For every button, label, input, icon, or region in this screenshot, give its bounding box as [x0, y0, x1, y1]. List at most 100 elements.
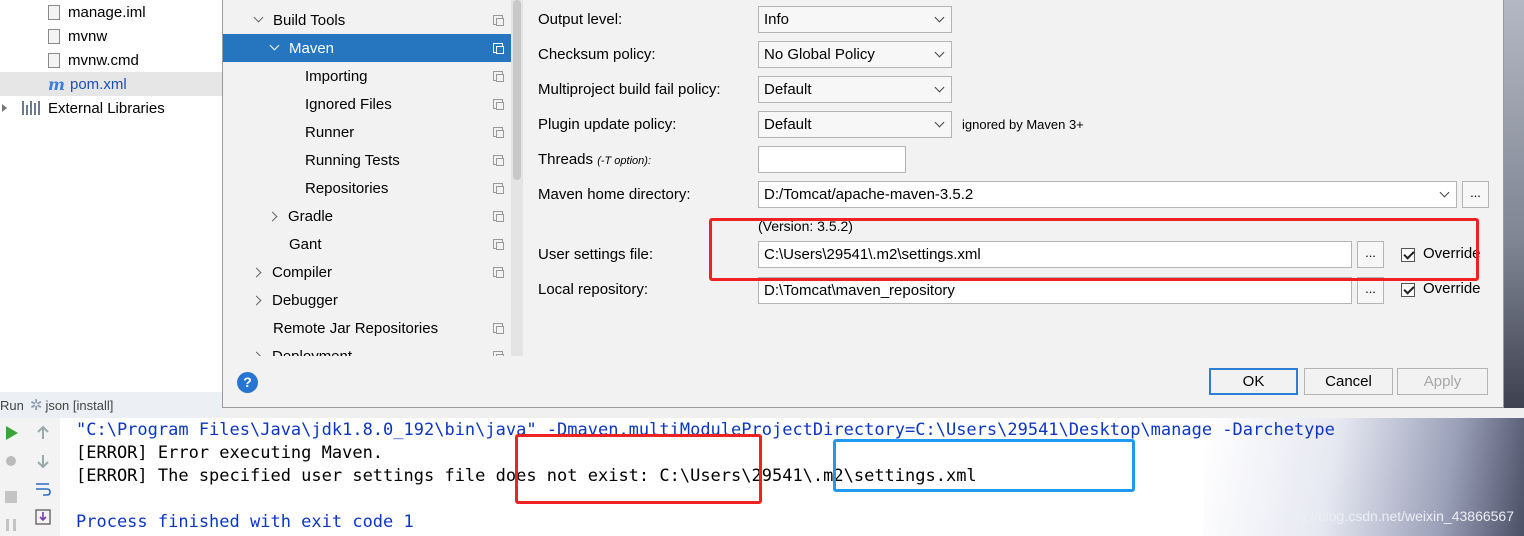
project-settings-icon	[493, 71, 504, 82]
user-settings-label: User settings file:	[538, 246, 654, 263]
file-icon	[48, 4, 60, 20]
settings-item-deployment[interactable]: Deployment	[223, 342, 511, 356]
settings-item-repositories[interactable]: Repositories	[223, 174, 511, 202]
maven-home-select[interactable]: D:/Tomcat/apache-maven-3.5.2	[758, 181, 1457, 208]
chevron-down-icon[interactable]	[269, 40, 280, 51]
settings-item-label: Importing	[305, 67, 368, 85]
help-icon[interactable]: ?	[237, 372, 258, 393]
pause-icon[interactable]	[2, 516, 20, 534]
chevron-down-icon	[934, 47, 945, 58]
wrench-icon[interactable]	[2, 452, 20, 470]
gear-icon[interactable]: ✲	[30, 396, 43, 414]
chevron-down-icon	[934, 82, 945, 93]
maven-pom-icon: m	[48, 74, 65, 94]
chevron-right-icon[interactable]	[251, 295, 262, 306]
annotation-box-error-message	[515, 434, 762, 504]
plugin-update-policy-label: Plugin update policy:	[538, 116, 677, 133]
settings-item-label: Deployment	[272, 347, 353, 357]
threads-input[interactable]	[758, 146, 906, 173]
local-repository-browse-button[interactable]: ...	[1357, 277, 1384, 304]
chevron-down-icon[interactable]	[253, 12, 264, 23]
tree-item-label: mvnw.cmd	[68, 51, 139, 69]
run-label: Run	[0, 397, 24, 413]
tree-item-label: mvnw	[68, 27, 108, 45]
settings-item-gant[interactable]: Gant	[223, 230, 511, 258]
local-repository-label: Local repository:	[538, 281, 649, 298]
plugin-update-policy-value: Default	[764, 116, 812, 133]
maven-home-value: D:/Tomcat/apache-maven-3.5.2	[764, 186, 974, 203]
settings-item-label: Gant	[289, 235, 322, 253]
chevron-right-icon[interactable]	[267, 211, 278, 222]
run-config-name[interactable]: json [install]	[45, 398, 113, 413]
settings-item-build-tools[interactable]: Build Tools	[223, 6, 511, 34]
soft-wrap-icon[interactable]	[34, 480, 52, 498]
local-repository-input[interactable]: D:\Tomcat\maven_repository	[758, 277, 1352, 304]
threads-hint: (-T option):	[597, 155, 651, 167]
run-toolwindow-header: Run ✲ json [install]	[0, 392, 222, 418]
project-settings-icon	[493, 239, 504, 250]
run-toolbar	[0, 418, 61, 536]
settings-item-label: Build Tools	[273, 11, 346, 29]
multiproject-policy-select[interactable]: Default	[758, 76, 952, 103]
settings-item-runner[interactable]: Runner	[223, 118, 511, 146]
local-repository-override-checkbox[interactable]	[1401, 283, 1415, 297]
maven-home-label: Maven home directory:	[538, 186, 691, 203]
arrow-down-icon[interactable]	[34, 452, 52, 470]
settings-dialog: Build Tools Maven Importing Ignored File…	[222, 0, 1504, 408]
tree-item-label: External Libraries	[48, 99, 165, 117]
project-settings-icon	[493, 155, 504, 166]
chevron-down-icon	[934, 12, 945, 23]
settings-item-debugger[interactable]: Debugger	[223, 286, 511, 314]
settings-item-label: Gradle	[288, 207, 334, 225]
tree-item-external-libraries[interactable]: External Libraries	[0, 96, 222, 120]
settings-item-compiler[interactable]: Compiler	[223, 258, 511, 286]
scroll-to-end-icon[interactable]	[34, 508, 52, 526]
tree-item-mvnw[interactable]: mvnw	[0, 24, 222, 48]
settings-item-label: Debugger	[272, 291, 338, 309]
library-icon	[22, 101, 40, 115]
settings-item-label: Remote Jar Repositories	[273, 319, 439, 337]
file-icon	[48, 52, 60, 68]
multiproject-policy-value: Default	[764, 81, 812, 98]
project-settings-icon	[493, 267, 504, 278]
chevron-right-icon[interactable]	[251, 267, 262, 278]
cancel-button[interactable]: Cancel	[1304, 368, 1393, 395]
project-settings-icon	[493, 351, 504, 356]
project-settings-icon	[493, 43, 504, 54]
settings-item-label: Ignored Files	[305, 95, 392, 113]
console-line: Process finished with exit code 1	[76, 512, 414, 532]
tree-item-pom-xml[interactable]: m pom.xml	[0, 72, 222, 96]
arrow-up-icon[interactable]	[34, 424, 52, 442]
output-level-value: Info	[764, 11, 790, 28]
chevron-right-icon[interactable]	[251, 351, 262, 356]
project-settings-icon	[493, 183, 504, 194]
tree-item-mvnw-cmd[interactable]: mvnw.cmd	[0, 48, 222, 72]
settings-item-label: Runner	[305, 123, 355, 141]
settings-item-gradle[interactable]: Gradle	[223, 202, 511, 230]
settings-item-label: Running Tests	[305, 151, 400, 169]
settings-item-importing[interactable]: Importing	[223, 62, 511, 90]
output-level-label: Output level:	[538, 11, 623, 28]
output-level-select[interactable]: Info	[758, 6, 952, 33]
plugin-update-note: ignored by Maven 3+	[962, 117, 1084, 132]
scrollbar-thumb[interactable]	[513, 0, 521, 180]
checksum-policy-select[interactable]: No Global Policy	[758, 41, 952, 68]
expand-arrow-icon[interactable]	[2, 104, 7, 112]
settings-item-running-tests[interactable]: Running Tests	[223, 146, 511, 174]
ok-button[interactable]: OK	[1209, 368, 1298, 395]
settings-item-maven[interactable]: Maven	[223, 34, 511, 62]
plugin-update-policy-select[interactable]: Default	[758, 111, 952, 138]
maven-home-browse-button[interactable]: ...	[1462, 181, 1489, 208]
annotation-box-settings-path	[833, 439, 1135, 492]
project-settings-icon	[493, 15, 504, 26]
apply-button[interactable]: Apply	[1397, 368, 1488, 395]
console-line: [ERROR] Error executing Maven.	[76, 443, 384, 463]
rerun-icon[interactable]	[2, 424, 20, 442]
checksum-policy-label: Checksum policy:	[538, 46, 656, 63]
local-repository-override-label: Override	[1423, 280, 1481, 297]
project-tree: manage.iml mvnw mvnw.cmd m pom.xml Exter…	[0, 0, 222, 392]
settings-item-remote-jar-repositories[interactable]: Remote Jar Repositories	[223, 314, 511, 342]
tree-item-manage-iml[interactable]: manage.iml	[0, 0, 222, 24]
settings-item-ignored-files[interactable]: Ignored Files	[223, 90, 511, 118]
stop-icon[interactable]	[2, 488, 20, 506]
